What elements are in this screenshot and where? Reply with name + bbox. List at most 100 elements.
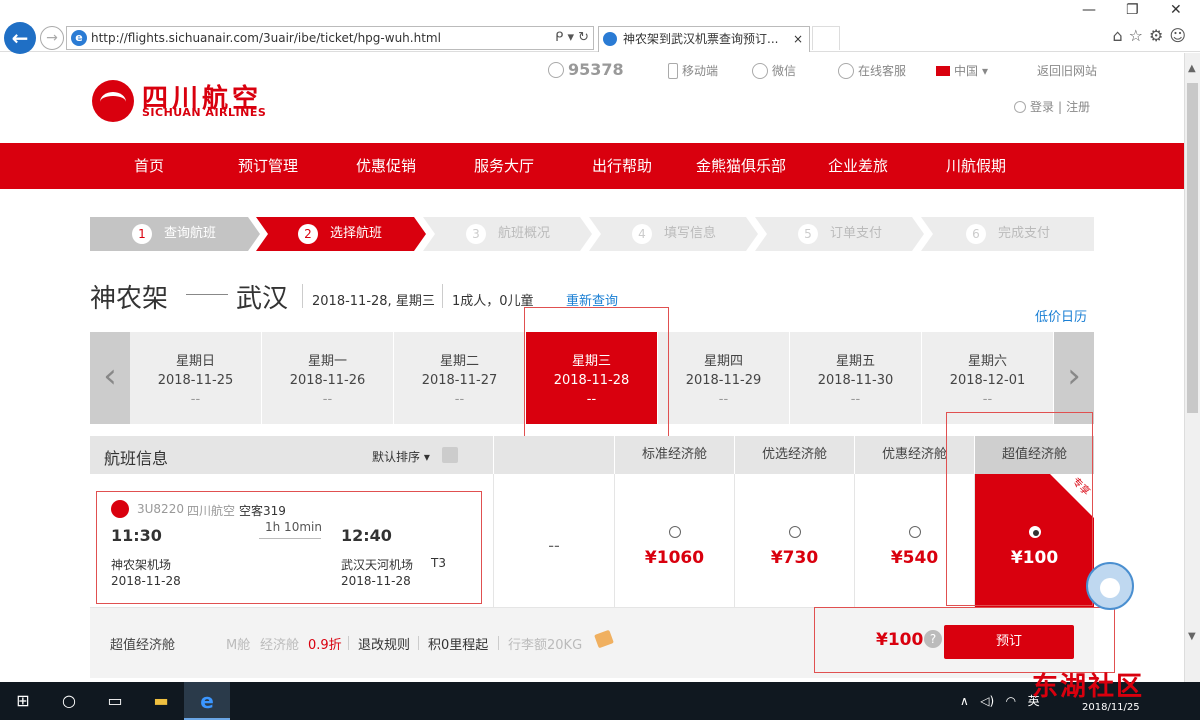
date-price: -- <box>322 392 333 407</box>
sort-toggle-icon[interactable] <box>442 447 458 463</box>
network-icon[interactable]: ◠ <box>1006 694 1016 708</box>
nav-travel-help[interactable]: 出行帮助 <box>592 143 652 189</box>
register-link[interactable]: 注册 <box>1066 98 1090 115</box>
divider <box>302 284 303 308</box>
tray-clock[interactable]: 2018/11/25 <box>1082 702 1140 713</box>
tab-close-icon[interactable]: × <box>793 27 803 51</box>
forward-button[interactable]: → <box>40 26 64 50</box>
cabin-class: 经济舱 <box>260 638 300 653</box>
window-controls: — ❐ ✕ <box>1060 0 1200 24</box>
start-button[interactable]: ⊞ <box>0 682 46 720</box>
login-link[interactable]: 登录 <box>1030 98 1054 115</box>
browser-tab[interactable]: 神农架到武汉机票查询预订... × <box>598 26 810 52</box>
nav-golden-panda-club[interactable]: 金熊猫俱乐部 <box>696 143 786 189</box>
ie-taskbar-button[interactable]: e <box>184 682 230 720</box>
date-tab[interactable]: 星期二 2018-11-27 -- <box>394 332 525 424</box>
nav-holidays[interactable]: 川航假期 <box>946 143 1006 189</box>
route-date: 2018-11-28, 星期三 <box>312 294 435 309</box>
nav-corporate-travel[interactable]: 企业差旅 <box>828 143 888 189</box>
scroll-up-icon[interactable]: ▲ <box>1188 63 1196 74</box>
fare-name: 超值经济舱 <box>110 638 176 653</box>
nav-home[interactable]: 首页 <box>134 143 164 189</box>
date-price: -- <box>454 392 465 407</box>
refund-rules-link[interactable]: 退改规则 <box>358 634 410 653</box>
date-tab[interactable]: 星期六 2018-12-01 -- <box>922 332 1053 424</box>
terminal: T3 <box>431 556 446 570</box>
next-week-button[interactable]: › <box>1054 332 1094 424</box>
date-price: -- <box>850 392 861 407</box>
hotline: 95378 <box>548 60 624 79</box>
wechat-link[interactable]: 微信 <box>752 62 796 79</box>
search-refresh-icons[interactable]: ᑭ ▾ ↻ <box>555 27 589 49</box>
sichuan-airlines-logo-icon[interactable] <box>92 80 134 122</box>
aircraft-type[interactable]: 空客319 <box>239 502 286 519</box>
scroll-down-icon[interactable]: ▼ <box>1188 631 1196 642</box>
page-scrollbar[interactable]: ▲ ▼ <box>1184 53 1200 682</box>
tray-chevron-icon[interactable]: ∧ <box>960 694 969 708</box>
back-button[interactable]: ← <box>4 22 36 54</box>
fare-cell-standard[interactable]: ¥1060 <box>614 474 734 608</box>
fare-cell-preferred[interactable]: ¥730 <box>734 474 854 608</box>
flight-duration: 1h 10min <box>265 520 322 534</box>
date-tab[interactable]: 星期日 2018-11-25 -- <box>130 332 261 424</box>
col-standard-economy: 标准经济舱 <box>614 436 734 474</box>
hotline-number: 95378 <box>568 60 624 79</box>
weekday: 星期四 <box>703 354 743 369</box>
chat-icon <box>838 62 854 79</box>
flight-row: 3U8220 四川航空 空客319 11:30 1h 10min 12:40 神… <box>90 474 1094 608</box>
file-explorer-button[interactable]: ▬ <box>138 682 184 720</box>
departure-date: 2018-11-28 <box>111 574 181 588</box>
close-window-button[interactable]: ✕ <box>1170 2 1182 18</box>
nav-promotions[interactable]: 优惠促销 <box>356 143 416 189</box>
fare-radio[interactable] <box>788 526 801 538</box>
mileage-link[interactable]: 积0里程起 <box>428 634 488 653</box>
maximize-button[interactable]: ❐ <box>1126 2 1139 18</box>
duration-arrow-icon <box>259 538 321 539</box>
step-4-num: 4 <box>632 223 652 244</box>
volume-icon[interactable]: ◁) <box>980 694 994 708</box>
flight-table-header: 航班信息 默认排序 ▾ 标准经济舱 优选经济舱 优惠经济舱 超值经济舱 <box>90 436 1094 474</box>
online-service-link[interactable]: 在线客服 <box>838 62 906 79</box>
mobile-link[interactable]: 移动端 <box>668 62 718 79</box>
logo-text-en[interactable]: SICHUAN AIRLINES <box>142 106 266 119</box>
region-selector[interactable]: 中国 ▾ <box>936 62 988 79</box>
weekday: 星期五 <box>835 354 875 369</box>
minimize-button[interactable]: — <box>1082 2 1096 18</box>
date-tab[interactable]: 星期五 2018-11-30 -- <box>790 332 921 424</box>
mobile-label: 移动端 <box>682 64 719 78</box>
ie-icon: e <box>71 30 87 46</box>
old-site-link[interactable]: 返回旧网站 <box>1037 62 1097 79</box>
home-star-gear-smile-icons[interactable]: ⌂☆⚙☺ <box>1112 26 1192 45</box>
sort-dropdown[interactable]: 默认排序 ▾ <box>372 448 430 465</box>
step-6-label: 完成支付 <box>998 226 1051 241</box>
flight-number: 3U8220 <box>137 502 184 516</box>
airline-logo-icon <box>111 500 129 518</box>
search-button[interactable]: ○ <box>46 682 92 720</box>
date-tab[interactable]: 星期四 2018-11-29 -- <box>658 332 789 424</box>
auth-links: 登录 | 注册 <box>1014 98 1090 115</box>
step-5-label: 订单支付 <box>830 226 883 241</box>
weekday: 星期二 <box>439 354 479 369</box>
new-tab-button[interactable] <box>812 26 840 50</box>
scroll-thumb[interactable] <box>1187 83 1198 413</box>
system-tray: ∧ ◁) ◠ 英 <box>960 682 1040 720</box>
prev-week-button[interactable]: ‹ <box>90 332 130 424</box>
chat-assistant-icon[interactable] <box>1086 562 1134 610</box>
weekday: 星期日 <box>175 354 215 369</box>
task-view-button[interactable]: ▭ <box>92 682 138 720</box>
date: 2018-11-25 <box>157 373 234 388</box>
low-price-calendar-link[interactable]: 低价日历 <box>1035 306 1087 325</box>
nav-booking-management[interactable]: 预订管理 <box>238 143 298 189</box>
fare-radio[interactable] <box>908 526 921 538</box>
booking-steps: 1 查询航班 2 选择航班 3 航班概况 4 填写信息 5 订单支付 6 完成支付 <box>90 217 1094 251</box>
divider <box>498 636 499 650</box>
favicon-icon <box>603 32 617 46</box>
nav-service-hall[interactable]: 服务大厅 <box>474 143 534 189</box>
fare-price: ¥1060 <box>644 548 705 568</box>
online-service-label: 在线客服 <box>858 64 907 78</box>
highlight-box <box>524 307 669 441</box>
step-6: 6 完成支付 <box>966 217 1050 251</box>
address-bar[interactable]: e http://flights.sichuanair.com/3uair/ib… <box>66 26 594 50</box>
fare-radio[interactable] <box>668 526 681 538</box>
date-tab[interactable]: 星期一 2018-11-26 -- <box>262 332 393 424</box>
